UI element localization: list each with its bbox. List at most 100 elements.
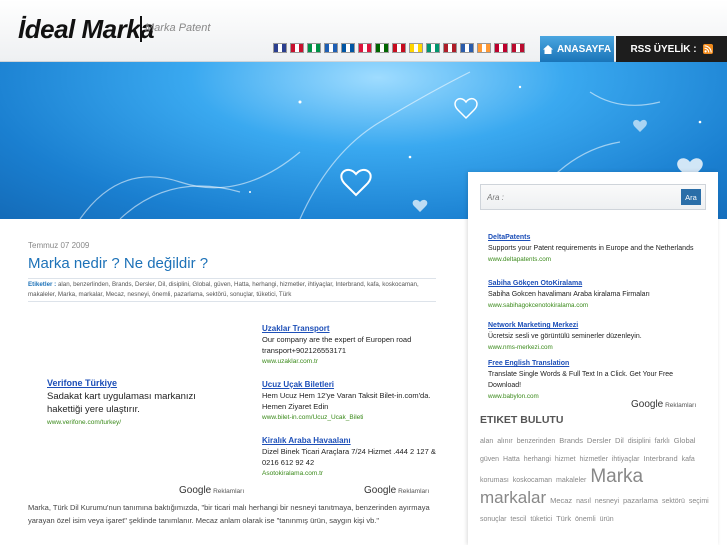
tag-cloud-item[interactable]: Dersler (587, 436, 611, 445)
tag-cloud-item[interactable]: Marka (590, 466, 643, 487)
bg-flag[interactable] (426, 43, 440, 53)
tag-cloud-item[interactable]: kafa (682, 456, 695, 463)
google-label: Google (631, 399, 664, 410)
tag-cloud-item[interactable]: hizmetler (580, 456, 608, 463)
tag-cloud-item[interactable]: koruması (480, 477, 509, 484)
uk-flag[interactable] (273, 43, 287, 53)
ad-title[interactable]: Ucuz Uçak Biletleri (262, 379, 440, 390)
ad-title[interactable]: Network Marketing Merkezi (488, 320, 703, 331)
de-flag[interactable] (290, 43, 304, 53)
ad-title[interactable]: DeltaPatents (488, 232, 703, 243)
tag-cloud-item[interactable]: disiplini (628, 438, 651, 445)
ad-url[interactable]: www.deltapatents.com (488, 254, 703, 265)
ad-title[interactable]: Sabiha Gökçen OtoKiralama (488, 278, 703, 289)
nav-home-label: ANASAYFA (556, 43, 612, 55)
ad-text: Sabiha Gokcen havalimanı Araba kiralama … (488, 291, 650, 298)
ad-text: Hem Ucuz Hem 12'ye Varan Taksit Bilet-in… (262, 391, 431, 411)
nl-flag[interactable] (443, 43, 457, 53)
tag-cloud-item[interactable]: sonuçlar (480, 516, 506, 523)
tag-cloud-item[interactable]: seçimi (689, 498, 709, 505)
ad-title[interactable]: Kiralık Araba Havaalanı (262, 435, 440, 446)
nav-home-button[interactable]: ANASAYFA (540, 36, 614, 62)
tag-cloud-item[interactable]: Hatta (503, 456, 520, 463)
post-tags-list[interactable]: alan, benzerlinden, Brands, Dersler, Dil… (28, 281, 419, 298)
nav-rss-label: RSS ÜYELİK : (630, 43, 697, 55)
ad-text: Sadakat kart uygulaması markanızı hakett… (47, 391, 196, 415)
tag-cloud-item[interactable]: Türk (556, 514, 571, 523)
pl-flag[interactable] (358, 43, 372, 53)
ua-flag[interactable] (409, 43, 423, 53)
tag-cloud-item[interactable]: pazarlama (623, 496, 658, 505)
search-box: Ara (480, 184, 706, 210)
post-body: Marka, Türk Dil Kurumu'nun tanımına bakt… (28, 503, 430, 525)
tag-cloud-item[interactable]: önemli (575, 516, 596, 523)
ad-url[interactable]: www.uzaklar.com.tr (262, 356, 440, 367)
gr-flag[interactable] (324, 43, 338, 53)
ad-block-left[interactable]: Verifone Türkiye Sadakat kart uygulaması… (47, 377, 207, 429)
language-flags (273, 43, 525, 53)
ad-title[interactable]: Uzaklar Transport (262, 323, 440, 334)
google-ads-label-sidebar[interactable]: Google Reklamları (631, 399, 696, 410)
ad-text: Our company are the expert of Europen ro… (262, 335, 412, 355)
sidebar-ad-1[interactable]: DeltaPatents Supports your Patent requir… (488, 232, 703, 265)
tag-cloud-item[interactable]: nasıl (576, 498, 591, 505)
ad-url[interactable]: www.verifone.com/turkey/ (47, 416, 207, 429)
search-button[interactable]: Ara (681, 189, 701, 205)
sidebar-ad-2[interactable]: Sabiha Gökçen OtoKiralama Sabiha Gokcen … (488, 278, 703, 311)
rss-icon[interactable] (702, 44, 713, 54)
tag-cloud-item[interactable]: Brands (559, 436, 583, 445)
ad-url[interactable]: Asotokiralama.com.tr (262, 468, 440, 479)
ad-block-right-2[interactable]: Ucuz Uçak Biletleri Hem Ucuz Hem 12'ye V… (262, 379, 440, 423)
tag-cloud-item[interactable]: tüketici (530, 516, 552, 523)
google-label: Google (364, 485, 397, 496)
es-flag[interactable] (392, 43, 406, 53)
ad-url[interactable]: www.nms-merkezi.com (488, 342, 703, 353)
google-ads-label-left[interactable]: Google Reklamları (179, 485, 244, 496)
sidebar-ad-4[interactable]: Free English Translation Translate Singl… (488, 358, 703, 402)
tag-cloud-item[interactable]: güven (480, 456, 499, 463)
ad-title[interactable]: Free English Translation (488, 358, 703, 369)
tag-cloud-item[interactable]: hizmet (555, 456, 576, 463)
tag-cloud-item[interactable]: sektörü (662, 498, 685, 505)
ad-text: Translate Single Words & Full Text In a … (488, 371, 674, 389)
post-tags-label: Etiketler : (28, 281, 57, 288)
tag-cloud-item[interactable]: Global (674, 436, 696, 445)
ad-title[interactable]: Verifone Türkiye (47, 377, 207, 390)
tag-cloud-item[interactable]: koskocaman (513, 477, 552, 484)
ads-label: Reklamları (213, 488, 245, 495)
nav-rss-button[interactable]: RSS ÜYELİK : (616, 36, 727, 62)
tag-cloud-item[interactable]: Dil (615, 436, 624, 445)
ad-block-right-3[interactable]: Kiralık Araba Havaalanı Dizel Binek Tica… (262, 435, 440, 479)
tag-cloud-item[interactable]: ürün (600, 516, 614, 523)
tag-cloud-item[interactable]: tescil (510, 516, 526, 523)
ad-url[interactable]: www.sabihagokcenotokiralama.com (488, 300, 703, 311)
tag-cloud: alan alınır benzerinden Brands Dersler D… (480, 432, 712, 528)
ad-block-right-1[interactable]: Uzaklar Transport Our company are the ex… (262, 323, 440, 367)
tag-cloud-item[interactable]: benzerinden (517, 438, 556, 445)
ad-url[interactable]: www.bilet-in.com/Ucuz_Ucak_Bileti (262, 412, 440, 423)
fr-flag[interactable] (341, 43, 355, 53)
site-logo[interactable]: İdeal Marka (18, 14, 155, 45)
tag-cloud-item[interactable]: alan (480, 438, 493, 445)
google-ads-label-right[interactable]: Google Reklamları (364, 485, 429, 496)
tag-cloud-item[interactable]: ihtiyaçlar (612, 456, 640, 463)
tag-cloud-item[interactable]: alınır (497, 438, 513, 445)
tag-cloud-item[interactable]: herhangi (524, 456, 551, 463)
tag-cloud-item[interactable]: Mecaz (550, 496, 572, 505)
pt-flag[interactable] (375, 43, 389, 53)
tag-cloud-title: ETIKET BULUTU (480, 414, 564, 426)
it-flag[interactable] (307, 43, 321, 53)
search-input[interactable] (487, 190, 667, 205)
post-title[interactable]: Marka nedir ? Ne değildir ? (28, 255, 208, 272)
in-flag[interactable] (477, 43, 491, 53)
tag-cloud-item[interactable]: markalar (480, 488, 546, 507)
sidebar-ad-3[interactable]: Network Marketing Merkezi Ücretsiz sesli… (488, 320, 703, 353)
home-icon (542, 44, 553, 54)
no-flag[interactable] (511, 43, 525, 53)
jp-flag[interactable] (494, 43, 508, 53)
tag-cloud-item[interactable]: farklı (655, 438, 670, 445)
fi-flag[interactable] (460, 43, 474, 53)
tag-cloud-item[interactable]: makaleler (556, 477, 586, 484)
tag-cloud-item[interactable]: nesneyi (595, 498, 619, 505)
tag-cloud-item[interactable]: Interbrand (643, 454, 677, 463)
